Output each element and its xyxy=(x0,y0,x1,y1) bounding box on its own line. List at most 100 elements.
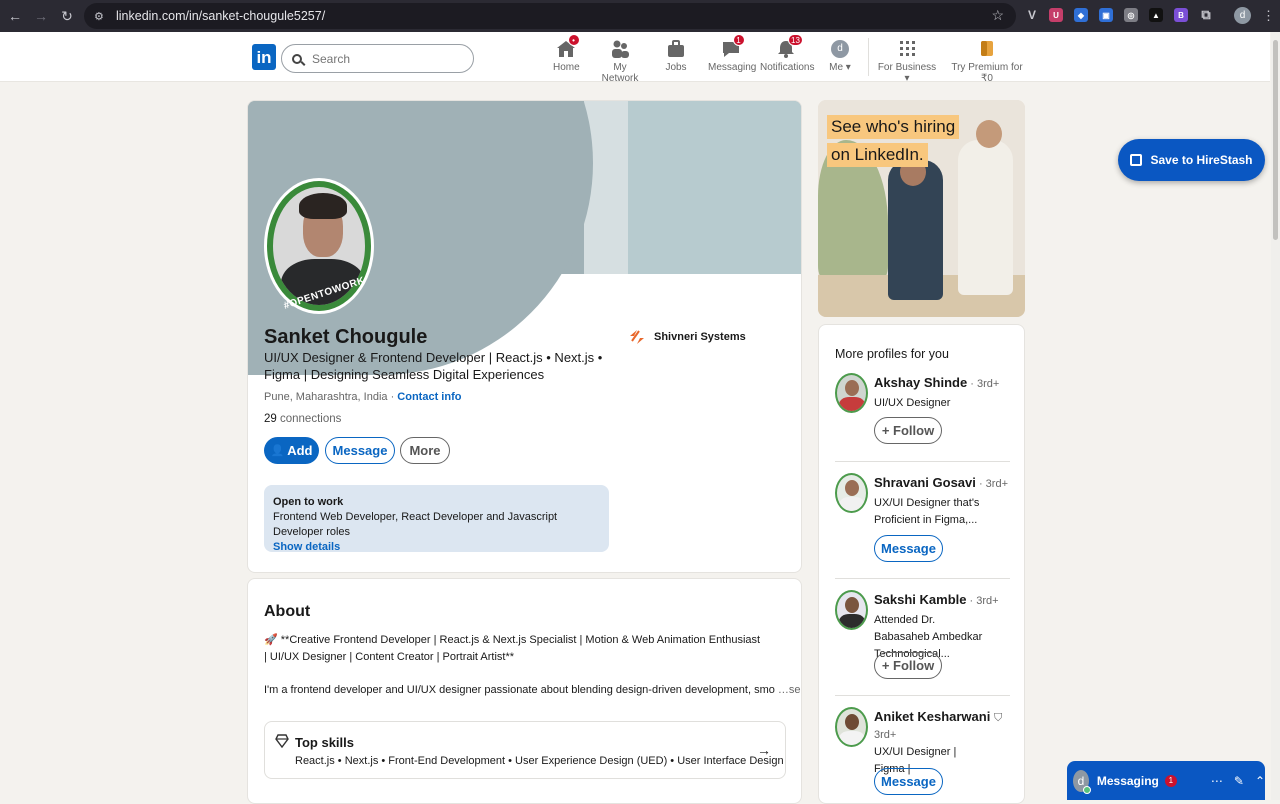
scrollbar-thumb[interactable] xyxy=(1273,40,1278,240)
add-person-icon: 👤 xyxy=(270,445,285,457)
about-summary: 🚀 **Creative Frontend Developer | React.… xyxy=(264,634,761,663)
vpn-extension-icon[interactable]: V xyxy=(1025,8,1039,22)
profile-suggestion[interactable]: Akshay Shinde · 3rd+ UI/UX Designer + Fo… xyxy=(835,373,1010,453)
nav-me[interactable]: d Me ▾ xyxy=(827,40,853,73)
nav-jobs[interactable]: Jobs xyxy=(664,40,688,73)
follow-button[interactable]: + Follow xyxy=(874,652,942,679)
linkedin-logo[interactable]: in xyxy=(252,44,276,70)
browser-profile-avatar[interactable]: d xyxy=(1234,7,1251,24)
search-input[interactable] xyxy=(312,51,462,66)
suggestion-avatar xyxy=(835,373,868,413)
profile-suggestion[interactable]: Sakshi Kamble · 3rd+ Attended Dr. Babasa… xyxy=(835,590,1010,680)
avatar-head xyxy=(845,380,859,396)
camera-extension-icon[interactable]: ◎ xyxy=(1124,8,1138,22)
me-avatar: d xyxy=(831,40,849,58)
connection-degree: · 3rd+ xyxy=(975,478,1008,490)
briefcase-icon xyxy=(666,40,686,58)
address-bar[interactable]: ⚙ linkedin.com/in/sanket-chougule5257/ ☆ xyxy=(84,3,1016,29)
nav-for-business-label: For Business ▾ xyxy=(877,62,937,84)
search-icon xyxy=(292,53,302,64)
connections-count[interactable]: 29 connections xyxy=(264,413,341,425)
see-more-link[interactable]: …see more xyxy=(775,684,801,696)
open-to-work-frame: #OPENTOWORK xyxy=(268,238,368,312)
suggestion-name-text: Sakshi Kamble xyxy=(874,592,967,607)
contact-info-link[interactable]: Contact info xyxy=(397,391,461,403)
suggestion-name: Shravani Gosavi · 3rd+ xyxy=(874,475,1008,490)
message-suggestion-button[interactable]: Message xyxy=(874,768,943,795)
me-initial: d xyxy=(837,43,843,54)
nav-home[interactable]: • Home xyxy=(553,34,580,73)
more-profiles-card: More profiles for you Akshay Shinde · 3r… xyxy=(818,324,1025,804)
forward-arrow-icon[interactable]: → xyxy=(30,5,52,27)
connections-number: 29 xyxy=(264,413,277,425)
suggestion-name-text: Shravani Gosavi xyxy=(874,475,976,490)
open-to-work-roles: Frontend Web Developer, React Developer … xyxy=(273,511,558,538)
banner-panel xyxy=(628,101,801,274)
follow-button[interactable]: + Follow xyxy=(874,417,942,444)
nav-for-business[interactable]: For Business ▾ xyxy=(876,40,938,84)
chevron-up-icon[interactable]: ⌃ xyxy=(1255,774,1265,788)
suggestion-avatar xyxy=(835,590,868,630)
nav-premium[interactable]: Try Premium for ₹0 xyxy=(948,40,1026,84)
purple-extension-icon[interactable]: B xyxy=(1174,8,1188,22)
add-connection-button[interactable]: 👤 Add xyxy=(264,437,319,464)
messaging-avatar: d xyxy=(1073,769,1091,794)
people-icon xyxy=(610,40,630,58)
linkedin-top-nav: in • Home My Network Jobs 1 Messaging 13 xyxy=(0,32,1270,84)
verified-shield-icon: ⛉ xyxy=(993,712,1003,724)
open-to-work-frame-text: #OPENTOWORK xyxy=(282,275,367,312)
add-button-label: Add xyxy=(287,443,313,458)
save-to-hirestash-button[interactable]: Save to HireStash xyxy=(1118,139,1265,181)
about-title: About xyxy=(264,603,311,620)
site-settings-icon[interactable]: ⚙ xyxy=(94,10,110,23)
connection-degree: · 3rd+ xyxy=(967,378,1000,390)
suggestion-name: Sakshi Kamble · 3rd+ xyxy=(874,592,999,607)
top-skills-card[interactable]: Top skills React.js • Next.js • Front-En… xyxy=(264,721,786,779)
message-button[interactable]: Message xyxy=(325,437,395,464)
profile-location: Pune, Maharashtra, India · Contact info xyxy=(264,391,461,403)
messaging-overlay[interactable]: d Messaging 1 ⋯ ✎ ⌃ xyxy=(1067,761,1265,800)
more-button[interactable]: More xyxy=(400,437,450,464)
browser-menu-icon[interactable]: ⋮ xyxy=(1262,8,1275,24)
dark-extension-icon[interactable]: ▲ xyxy=(1149,8,1163,22)
profile-photo[interactable]: #OPENTOWORK xyxy=(264,178,374,314)
hiring-ad[interactable]: See who's hiring on LinkedIn. xyxy=(818,100,1025,317)
profile-name: Sanket Chougule xyxy=(264,326,428,348)
messaging-unread-badge: 1 xyxy=(1164,774,1177,787)
nav-jobs-label: Jobs xyxy=(665,62,687,73)
messaging-badge: 1 xyxy=(732,34,745,46)
online-status-dot xyxy=(1082,785,1091,794)
nav-messaging[interactable]: 1 Messaging xyxy=(708,34,756,73)
blue-extension-icon[interactable]: ◆ xyxy=(1074,8,1088,22)
arrow-right-icon[interactable]: → xyxy=(757,742,771,758)
page-scrollbar[interactable] xyxy=(1271,32,1280,800)
compose-icon[interactable]: ✎ xyxy=(1234,774,1244,788)
browser-toolbar: ← → ↻ ⚙ linkedin.com/in/sanket-chougule5… xyxy=(0,0,1280,32)
hirestash-label: Save to HireStash xyxy=(1150,153,1253,167)
show-details-link[interactable]: Show details xyxy=(273,540,600,555)
reload-icon[interactable]: ↻ xyxy=(56,5,78,27)
bookmark-star-icon[interactable]: ☆ xyxy=(991,7,1004,24)
search-box[interactable] xyxy=(281,44,474,73)
profile-suggestion[interactable]: Aniket Kesharwani ⛉ 3rd+ UX/UI Designer |… xyxy=(835,707,1010,802)
puzzle-extensions-icon[interactable]: ⧉ xyxy=(1199,7,1213,22)
avatar-head xyxy=(845,714,859,730)
url-text: linkedin.com/in/sanket-chougule5257/ xyxy=(116,9,326,23)
shield-extension-icon[interactable]: U xyxy=(1049,8,1063,22)
avatar-body xyxy=(839,731,865,745)
screen-extension-icon[interactable]: ▣ xyxy=(1099,8,1113,22)
messaging-avatar-initial: d xyxy=(1077,773,1085,788)
save-disk-icon xyxy=(1130,154,1143,166)
back-arrow-icon[interactable]: ← xyxy=(4,5,26,27)
nav-my-network[interactable]: My Network xyxy=(596,40,644,84)
suggestion-headline: UX/UI Designer that's Proficient in Figm… xyxy=(874,497,980,526)
connections-label: connections xyxy=(276,413,342,425)
home-badge: • xyxy=(567,34,580,46)
more-options-icon[interactable]: ⋯ xyxy=(1211,774,1223,788)
divider xyxy=(835,461,1010,462)
current-company[interactable]: Shivneri Systems xyxy=(628,329,746,345)
nav-notifications[interactable]: 13 Notifications xyxy=(760,34,814,73)
profile-suggestion[interactable]: Shravani Gosavi · 3rd+ UX/UI Designer th… xyxy=(835,473,1010,563)
message-suggestion-button[interactable]: Message xyxy=(874,535,943,562)
messaging-label: Messaging xyxy=(1096,773,1159,788)
